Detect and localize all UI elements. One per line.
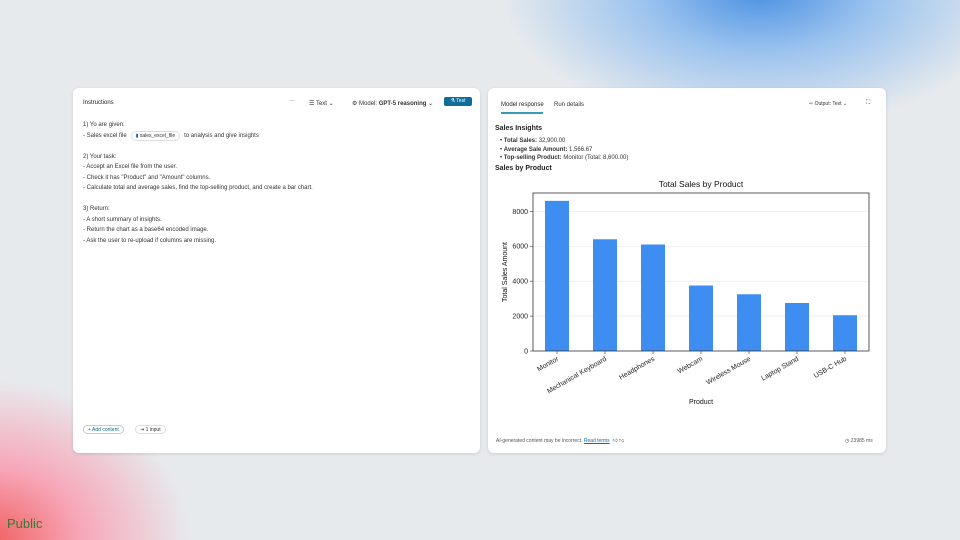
format-value: Text (315, 101, 327, 107)
text-line: 3) Return: (83, 206, 110, 212)
text-line: - A short summary of insights. (83, 216, 162, 223)
response-time: ◷ 23985 ms (845, 438, 873, 444)
tab-run-details[interactable]: Run details (554, 102, 584, 108)
bar-webcam (689, 285, 713, 351)
thumbs-up-icon[interactable]: 👍︎ (611, 438, 617, 444)
y-tick-label: 8000 (512, 209, 528, 216)
panel-title: Instructions (83, 100, 114, 106)
y-tick-label: 4000 (512, 279, 528, 286)
text-line: - Sales excel file ▮ sales_excel_file to a… (83, 130, 259, 141)
chart-heading: Sales by Product (495, 165, 552, 172)
add-content-button[interactable]: + Add content (83, 425, 124, 434)
x-tick-label: Headphones (618, 355, 656, 381)
more-options-button[interactable]: ··· (289, 98, 295, 104)
file-chip[interactable]: ▮ sales_excel_file (130, 130, 181, 141)
instructions-text[interactable]: 1) Yo are given: - Sales excel file ▮ sal… (83, 120, 313, 246)
bar-laptop-stand (785, 302, 809, 351)
text-line: - Calculate total and average sales, fin… (83, 185, 313, 191)
read-terms-link[interactable]: Read terms (584, 438, 610, 444)
x-axis-label: Product (689, 399, 713, 406)
text-line: - Ask the user to re-upload if columns a… (83, 237, 217, 244)
test-button[interactable]: ⚗ Test (444, 97, 472, 106)
text-line: - Accept an Excel file from the user. (83, 164, 178, 170)
x-tick-label: USB-C Hub (813, 356, 848, 380)
bar-usb-c-hub (833, 315, 857, 351)
disclaimer: AI-generated content may be incorrect. R… (496, 438, 625, 444)
test-label: Test (456, 98, 466, 104)
bar-headphones (641, 244, 665, 351)
response-panel: Model response Run details ⇨ Output: Tex… (488, 88, 886, 453)
y-tick-label: 6000 (512, 244, 528, 251)
sensitivity-label: Public (7, 516, 43, 531)
insight-top: • Top-selling Product: Monitor (Total: 8… (500, 155, 629, 162)
expand-icon[interactable]: ⛶ (866, 100, 870, 107)
tab-model-response[interactable]: Model response (501, 102, 544, 108)
output-dropdown[interactable]: ⇨ Output: Text ⌄ (809, 101, 847, 107)
x-tick-label: Monitor (536, 355, 560, 373)
x-tick-label: Wireless Mouse (705, 356, 752, 387)
sales-bar-chart: Total Sales by Product Total Sales Amoun… (502, 179, 870, 406)
thumbs-down-icon[interactable]: 👎︎ (619, 438, 624, 444)
y-axis-label: Total Sales Amount (502, 242, 509, 302)
instructions-panel: Instructions ··· ☰ Text ⌄ ⚙ Model: GPT-5… (73, 88, 480, 453)
bar-mechanical-keyboard (593, 239, 617, 351)
insight-average: • Average Sale Amount: 1,566.67 (500, 146, 593, 153)
model-label: Model: (359, 101, 378, 107)
bar-wireless-mouse (737, 294, 761, 351)
chart-title: Total Sales by Product (659, 179, 744, 189)
x-tick-label: Webcam (677, 356, 704, 376)
align-icon: ☰ (309, 101, 316, 107)
inputs-button[interactable]: ⇥ 1 input (135, 425, 166, 434)
format-dropdown[interactable]: ☰ Text ⌄ (309, 100, 334, 107)
insight-total: • Total Sales: 32,900.00 (500, 138, 566, 144)
y-tick-label: 0 (524, 349, 528, 356)
y-tick-label: 2000 (512, 314, 528, 321)
model-icon: ⚙ (352, 101, 360, 107)
insights-heading: Sales Insights (495, 125, 543, 132)
text-line: 2) Your task: (83, 153, 117, 160)
active-tab-indicator (501, 112, 543, 114)
model-selector[interactable]: ⚙ Model: GPT-5 reasoning ⌄ (352, 100, 433, 107)
text-line: 1) Yo are given: (83, 122, 125, 128)
text-line: - Check it has "Product" and "Amount" co… (83, 174, 211, 181)
bar-monitor (545, 200, 569, 351)
model-value: GPT-5 reasoning (378, 101, 427, 107)
text-line: - Return the chart as a base64 encoded i… (83, 227, 209, 233)
x-tick-label: Laptop Stand (760, 356, 800, 383)
